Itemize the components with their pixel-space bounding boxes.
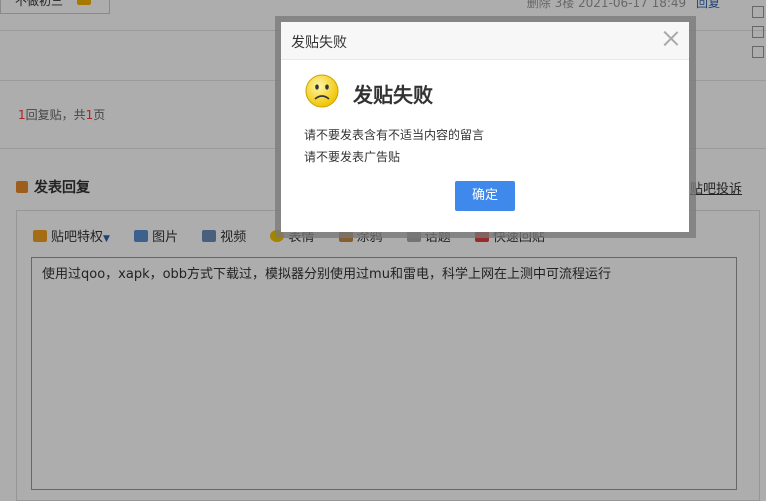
dialog-message: 请不要发表广告贴 — [304, 150, 401, 164]
dialog-header: 发贴失败 — [281, 22, 689, 60]
sad-face-icon — [305, 74, 339, 108]
confirm-button[interactable]: 确定 — [455, 181, 515, 211]
dialog-title: 发贴失败 — [291, 35, 347, 51]
tieba-thread-page: 不做初三 删除 3楼 2021-06-17 18:49 回复 1回复贴，共1页 … — [0, 0, 766, 501]
dialog-message: 请不要发表含有不适当内容的留言 — [304, 128, 485, 142]
post-failed-dialog: 发贴失败 发贴失败 请不要发表含有不适当内容的留言 请不要发表广告贴 确定 — [281, 22, 689, 232]
close-icon[interactable] — [663, 30, 679, 46]
dialog-headline: 发贴失败 — [353, 83, 433, 107]
